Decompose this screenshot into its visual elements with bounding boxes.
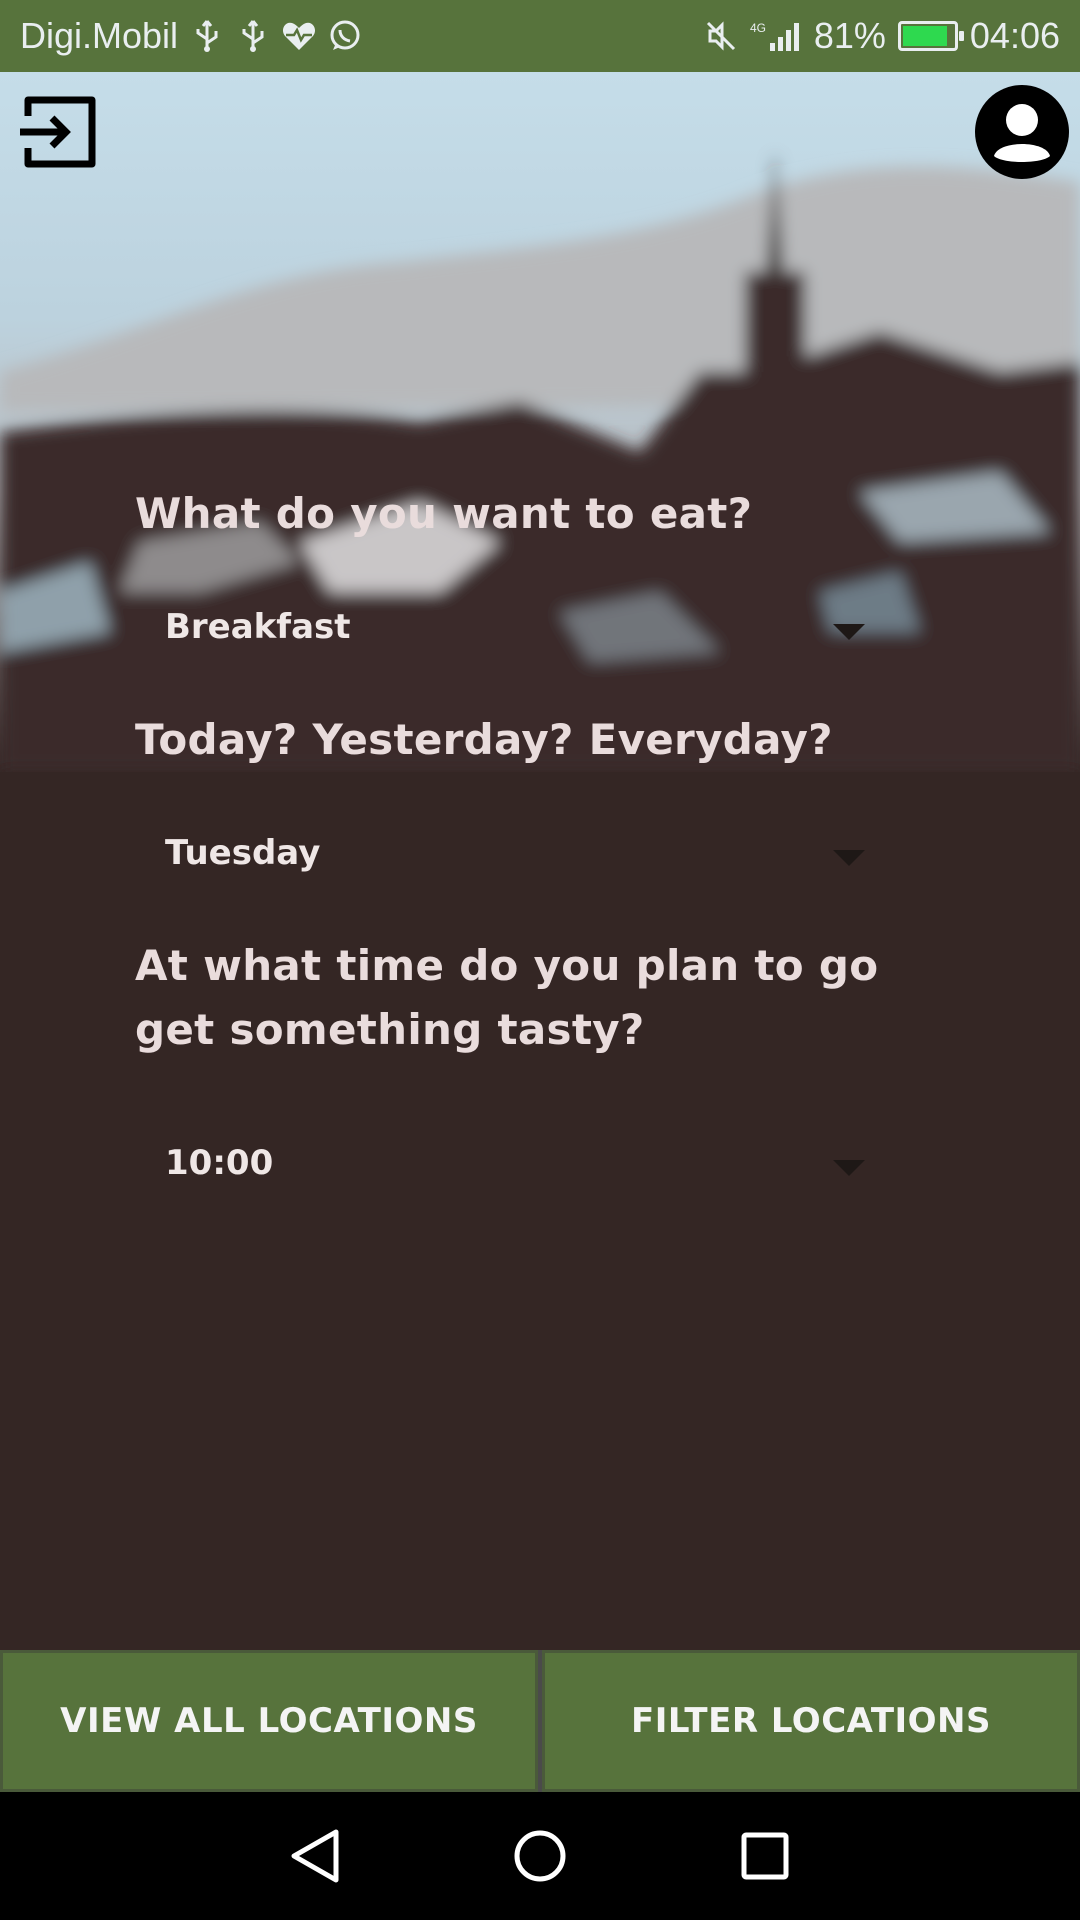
clock: 04:06 [969,15,1060,56]
battery-charging-icon [897,21,964,51]
day-question: Today? Yesterday? Everyday? [135,715,833,764]
view-all-locations-button[interactable]: VIEW ALL LOCATIONS [0,1650,538,1792]
time-question: At what time do you plan to go get somet… [135,941,879,1054]
home-button[interactable] [510,1826,570,1886]
battery-percent: 81% [813,15,886,56]
time-value: 10:00 [165,1143,274,1183]
back-triangle-icon [291,1829,339,1883]
battery-level-fill [902,26,947,46]
whatsapp-icon [328,19,362,53]
meal-filter-form: What do you want to eat? Breakfast Today… [135,482,965,1244]
status-bar-left: Digi.Mobil [20,15,362,57]
meal-question: What do you want to eat? [135,489,753,538]
time-dropdown[interactable]: 10:00 [135,1122,875,1204]
chevron-down-icon [833,1160,865,1176]
main-content: What do you want to eat? Breakfast Today… [0,72,1080,1650]
day-dropdown[interactable]: Tuesday [135,812,875,894]
status-bar-right: 4G 81% 04:06 [704,15,1060,57]
usb-icon [236,19,270,53]
logout-button[interactable] [20,92,100,172]
meal-type-value: Breakfast [165,607,351,647]
meal-type-dropdown[interactable]: Breakfast [135,586,875,668]
chevron-down-icon [833,624,865,640]
day-value: Tuesday [165,833,321,873]
profile-avatar-icon [975,85,1069,179]
carrier-name: Digi.Mobil [20,15,179,56]
mute-icon [704,19,738,53]
home-circle-icon [514,1830,566,1882]
recents-button[interactable] [735,1826,795,1886]
status-bar: Digi.Mobil 4G 81% 04:06 [0,0,1080,72]
bottom-actions: VIEW ALL LOCATIONS FILTER LOCATIONS [0,1650,1080,1792]
logout-icon [20,96,96,168]
usb-icon [190,19,224,53]
recents-square-icon [741,1832,789,1880]
signal-icon: 4G [750,19,802,53]
heart-rate-icon [282,19,316,53]
network-type-label: 4G [750,21,766,35]
profile-button[interactable] [974,84,1070,180]
filter-locations-button[interactable]: FILTER LOCATIONS [542,1650,1080,1792]
navigation-bar [0,1792,1080,1920]
back-button[interactable] [285,1826,345,1886]
chevron-down-icon [833,850,865,866]
